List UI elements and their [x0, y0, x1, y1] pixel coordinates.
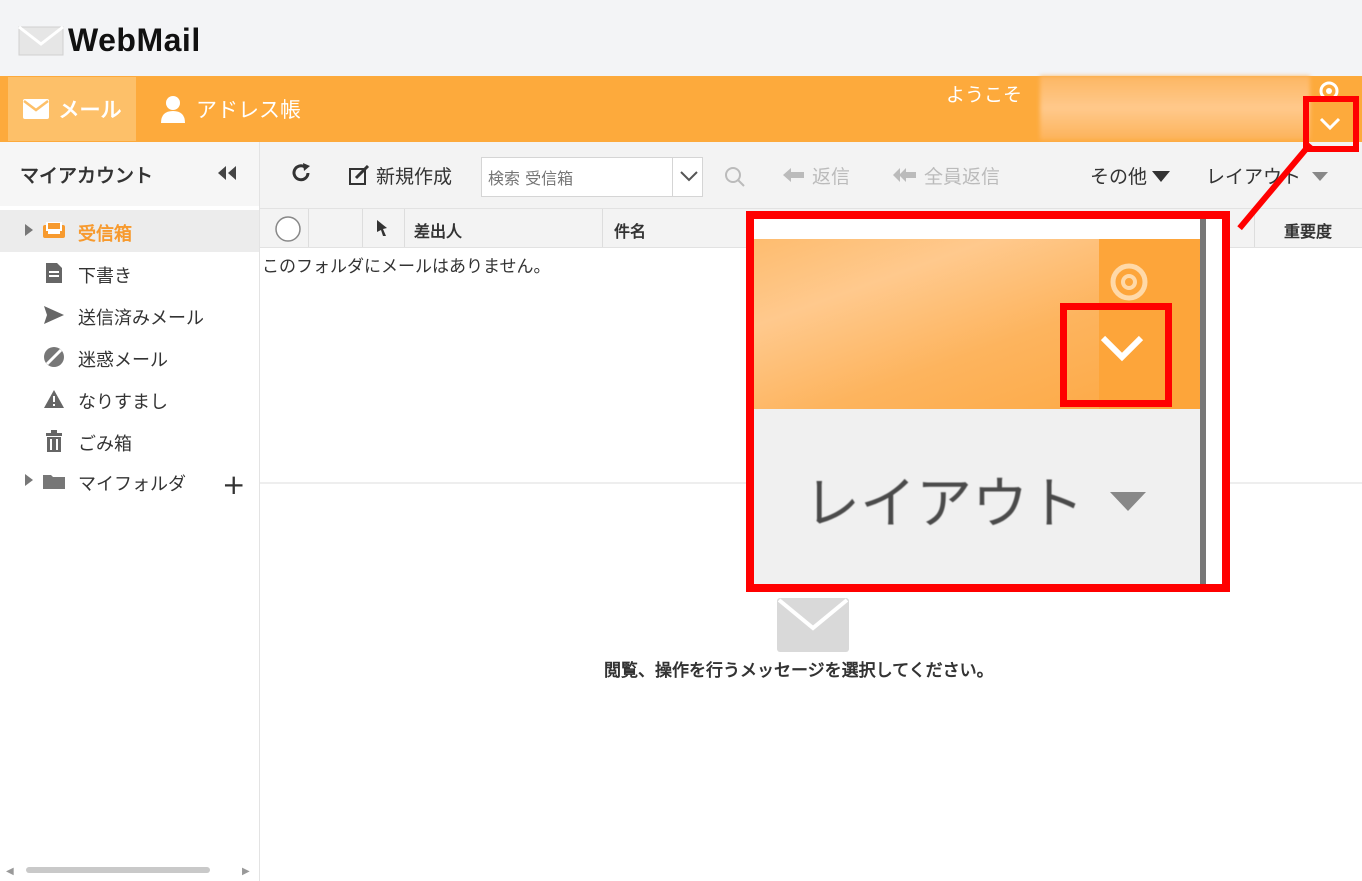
folder-label: 下書き — [78, 266, 132, 287]
reply-all-label: 全員返信 — [924, 166, 1001, 188]
warning-icon — [42, 388, 66, 410]
welcome-text: ようこそ — [946, 84, 1023, 106]
folder-icon — [42, 470, 66, 492]
column-priority[interactable]: 重要度 — [1284, 218, 1332, 242]
folder-spoofing[interactable]: なりすまし — [0, 378, 259, 420]
reply-all-icon — [893, 167, 916, 182]
tab-address-book[interactable]: アドレス帳 — [160, 76, 301, 142]
folder-my-folders[interactable]: マイフォルダ — [0, 460, 259, 502]
search-input[interactable] — [488, 166, 668, 190]
empty-folder-message: このフォルダにメールはありません。 — [262, 257, 551, 277]
expand-arrow-icon[interactable] — [24, 223, 34, 237]
compose-icon — [349, 164, 370, 185]
more-menu[interactable]: その他 — [1090, 162, 1177, 189]
main-nav: メール アドレス帳 ようこそ — [0, 76, 1362, 142]
zoom-right-area — [1206, 219, 1222, 584]
redacted-username — [1040, 76, 1310, 140]
app-title: WebMail — [68, 22, 201, 58]
more-label: その他 — [1090, 166, 1148, 188]
zoom-layout-label: レイアウト — [804, 472, 1084, 537]
tab-mail-label: メール — [58, 98, 122, 122]
logo: WebMail — [18, 22, 201, 59]
reply-all-button[interactable]: 全員返信 — [892, 162, 1000, 189]
column-divider — [602, 209, 603, 247]
draft-icon — [42, 262, 66, 284]
pin-icon[interactable] — [374, 219, 390, 237]
compose-button[interactable]: 新規作成 — [348, 162, 452, 189]
zoom-gear-icon — [1110, 263, 1148, 301]
refresh-icon — [292, 163, 310, 182]
scroll-right-icon[interactable]: ▶ — [242, 866, 250, 877]
envelope-logo-icon — [18, 25, 64, 55]
trash-icon — [42, 430, 66, 452]
toolbar: 新規作成 返信 全員返信 その他 レイアウト — [260, 142, 1362, 208]
caret-down-icon — [1152, 170, 1171, 182]
envelope-placeholder-icon — [777, 598, 849, 652]
column-divider — [404, 209, 405, 247]
folder-label: 受信箱 — [78, 224, 132, 245]
folder-spam[interactable]: 迷惑メール — [0, 336, 259, 378]
sidebar: マイアカウント 受信箱 下書き 送信済みメール 迷惑メール なりすまし ごみ箱 … — [0, 142, 260, 881]
folder-label: なりすまし — [78, 392, 168, 413]
zoom-bottom-edge — [754, 584, 1214, 592]
sidebar-title: マイアカウント — [20, 164, 154, 187]
tab-address-book-label: アドレス帳 — [196, 98, 301, 122]
add-folder-button[interactable]: + — [222, 468, 245, 501]
zoom-top-edge — [754, 219, 1214, 239]
folder-drafts[interactable]: 下書き — [0, 252, 259, 294]
folder-trash[interactable]: ごみ箱 — [0, 420, 259, 462]
refresh-button[interactable] — [290, 162, 318, 184]
search-icon[interactable] — [724, 166, 746, 188]
column-divider — [308, 209, 309, 247]
search-box[interactable] — [481, 157, 703, 197]
highlight-box — [1303, 96, 1359, 152]
column-subject[interactable]: 件名 — [614, 218, 646, 242]
spam-icon — [42, 346, 66, 368]
reply-icon — [783, 167, 804, 182]
send-icon — [42, 304, 66, 326]
zoom-caret-down-icon — [1110, 492, 1146, 511]
sidebar-header: マイアカウント — [0, 142, 259, 206]
tab-mail[interactable]: メール — [8, 77, 136, 141]
mail-icon — [22, 99, 49, 119]
folder-sent[interactable]: 送信済みメール — [0, 294, 259, 336]
logo-bar: WebMail — [0, 0, 1362, 76]
column-sender[interactable]: 差出人 — [414, 218, 462, 242]
select-all-checkbox[interactable] — [274, 215, 302, 243]
reply-button[interactable]: 返信 — [782, 162, 850, 189]
reply-label: 返信 — [812, 166, 851, 188]
caret-down-icon — [1312, 171, 1329, 181]
expand-arrow-icon[interactable] — [24, 473, 34, 487]
collapse-sidebar-icon[interactable] — [215, 164, 239, 182]
zoom-callout: レイアウト — [746, 211, 1230, 592]
person-icon — [161, 96, 185, 123]
inbox-icon — [42, 220, 66, 242]
search-scope-chevron-icon[interactable] — [678, 166, 700, 186]
search-separator — [672, 158, 673, 196]
column-divider — [362, 209, 363, 247]
folder-label: ごみ箱 — [78, 434, 132, 455]
folder-inbox[interactable]: 受信箱 — [0, 210, 259, 252]
preview-instruction: 閲覧、操作を行うメッセージを選択してください。 — [604, 661, 994, 681]
folder-label: マイフォルダ — [78, 474, 186, 495]
zoom-highlight-box — [1060, 303, 1172, 407]
folder-label: 迷惑メール — [78, 350, 168, 371]
scroll-left-icon[interactable]: ◀ — [6, 866, 14, 877]
horizontal-scrollbar[interactable] — [26, 867, 210, 873]
compose-label: 新規作成 — [376, 166, 453, 188]
folder-label: 送信済みメール — [78, 308, 204, 329]
